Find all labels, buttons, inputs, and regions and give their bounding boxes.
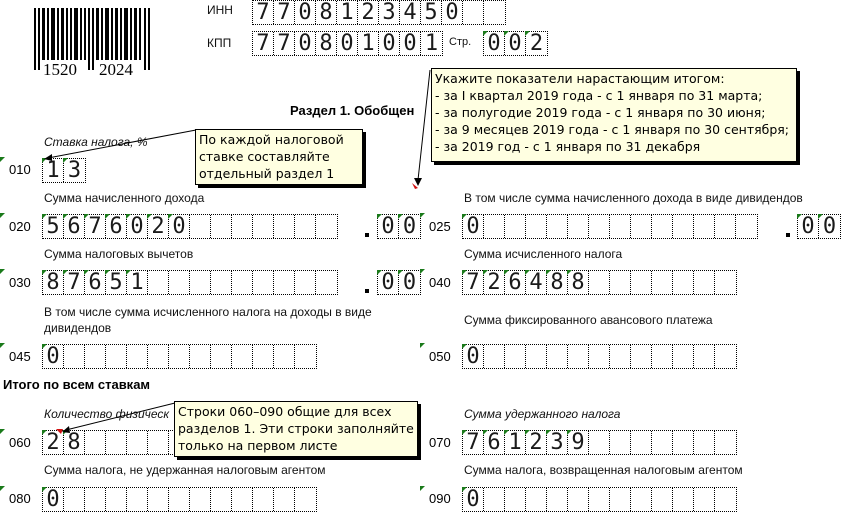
arrow-head bbox=[62, 426, 70, 433]
note-per-rate: По каждой налоговой ставке составляйте о… bbox=[195, 129, 363, 185]
note-line: разделов 1. Эти строки заполняйте bbox=[178, 421, 414, 436]
note-line: отдельный раздел 1 bbox=[199, 166, 335, 181]
red-marker bbox=[56, 429, 63, 434]
note-line: - за I квартал 2019 года - с 1 января по… bbox=[435, 88, 763, 103]
arrow-head bbox=[44, 154, 52, 161]
arrow-head bbox=[414, 178, 422, 186]
note-line: ставке составляйте bbox=[199, 149, 330, 164]
note-cumulative: Укажите показатели нарастающим итогом: -… bbox=[431, 68, 797, 162]
note-line: По каждой налоговой bbox=[199, 132, 344, 147]
note-line: только на первом листе bbox=[178, 438, 338, 453]
arrow-line bbox=[65, 402, 176, 431]
note-line: - за полугодие 2019 года - с 1 января по… bbox=[435, 105, 766, 120]
note-line: Укажите показатели нарастающим итогом: bbox=[435, 71, 725, 86]
arrow-line bbox=[47, 129, 197, 159]
note-common-rows: Строки 060–090 общие для всех разделов 1… bbox=[174, 401, 418, 457]
note-line: Строки 060–090 общие для всех bbox=[178, 404, 392, 419]
arrow-line bbox=[417, 69, 431, 181]
note-line: - за 9 месяцев 2019 года - с 1 января по… bbox=[435, 122, 790, 137]
note-line: - за 2019 год - с 1 января по 31 декабря bbox=[435, 139, 701, 154]
